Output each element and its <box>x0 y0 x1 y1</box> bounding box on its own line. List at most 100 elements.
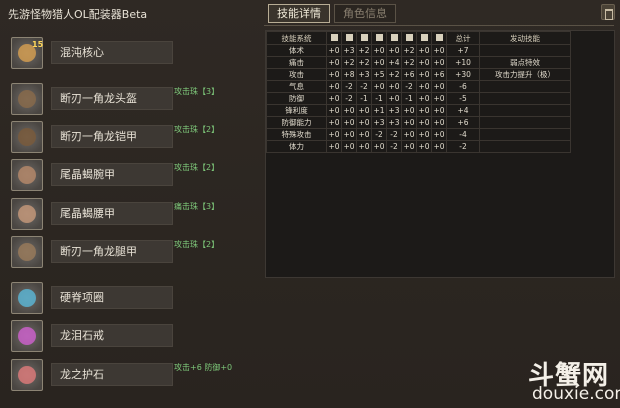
equipment-slot-ring[interactable]: 龙泪石戒 <box>6 319 260 353</box>
skill-value: -2 <box>341 80 357 93</box>
equipment-slot-head[interactable]: 断刃一角龙头盔 攻击珠【3】 <box>6 82 260 116</box>
skill-value: -1 <box>371 92 387 105</box>
skill-table: 技能系统 总计 发动技能 体术 +0 +3 +2 +0 +0 +2 +0 +0 +7 痛击 +0 +2 +… <box>266 31 571 153</box>
table-row: 气息 +0 -2 -2 +0 +0 -2 +0 +0 -6 <box>266 80 571 93</box>
equipment-slot-waist[interactable]: 尾晶蝎腰甲 痛击珠【3】 <box>6 197 260 231</box>
watermark: 斗蟹网 douxie.com <box>528 355 620 405</box>
skill-value: +0 <box>431 128 447 141</box>
column-header: 发动技能 <box>479 31 571 45</box>
activated-skill <box>479 44 571 57</box>
skill-value: +2 <box>341 56 357 69</box>
skill-value: +0 <box>431 116 447 129</box>
skill-value: +0 <box>371 44 387 57</box>
column-header-necklace-icon <box>416 31 432 45</box>
skill-value: +0 <box>341 116 357 129</box>
equipment-slot-arms[interactable]: 尾晶蝎腕甲 攻击珠【2】 <box>6 158 260 192</box>
skill-value: +0 <box>371 56 387 69</box>
decoration-note: 攻击珠【2】 <box>174 125 220 134</box>
skill-name: 防御能力 <box>266 116 327 129</box>
table-header-row: 技能系统 总计 发动技能 <box>266 31 571 45</box>
skill-value: +0 <box>356 104 372 117</box>
tab-character-info[interactable]: 角色信息 <box>334 4 396 23</box>
skill-total: -6 <box>446 80 480 93</box>
activated-skill <box>479 128 571 141</box>
skill-value: +0 <box>416 92 432 105</box>
skill-value: +0 <box>356 128 372 141</box>
skill-total: +10 <box>446 56 480 69</box>
skill-value: +3 <box>341 44 357 57</box>
activated-skill <box>479 116 571 129</box>
skill-value: +0 <box>416 128 432 141</box>
skill-value: -1 <box>401 92 417 105</box>
table-row: 体力 +0 +0 +0 +0 -2 +0 +0 +0 -2 <box>266 140 571 153</box>
activated-skill <box>479 92 571 105</box>
skill-value: +0 <box>416 56 432 69</box>
equipment-slot-amulet[interactable]: 龙之护石 攻击+6 防御+0 <box>6 358 260 392</box>
skill-total: +4 <box>446 104 480 117</box>
equipment-slot-chest[interactable]: 断刃一角龙铠甲 攻击珠【2】 <box>6 120 260 154</box>
column-header-gauntlet-icon <box>371 31 387 45</box>
skill-value: +6 <box>431 68 447 81</box>
skill-value: +0 <box>431 92 447 105</box>
skill-total: +7 <box>446 44 480 57</box>
table-row: 攻击 +0 +8 +3 +5 +2 +6 +0 +6 +30 攻击力提升（极） <box>266 68 571 81</box>
column-header-weapon-icon <box>326 31 342 45</box>
skill-value: +0 <box>431 44 447 57</box>
table-row: 锋利度 +0 +0 +0 +1 +3 +0 +0 +0 +4 <box>266 104 571 117</box>
skill-total: +30 <box>446 68 480 81</box>
skill-name: 体术 <box>266 44 327 57</box>
tab-skill-details[interactable]: 技能详情 <box>268 4 330 23</box>
skill-value: +6 <box>401 68 417 81</box>
equipment-slot-weapon[interactable]: 15 混沌核心 <box>6 36 260 70</box>
skill-value: +3 <box>386 116 402 129</box>
watermark-url: douxie.com <box>532 384 620 404</box>
skill-value: +3 <box>371 116 387 129</box>
trash-icon[interactable] <box>601 4 615 20</box>
skill-value: +0 <box>431 104 447 117</box>
skill-value: -2 <box>386 140 402 153</box>
skill-name: 锋利度 <box>266 104 327 117</box>
table-row: 防御能力 +0 +0 +0 +3 +3 +0 +0 +0 +6 <box>266 116 571 129</box>
activated-skill <box>479 80 571 93</box>
skill-value: +0 <box>431 80 447 93</box>
skill-value: +0 <box>416 116 432 129</box>
skill-value: +0 <box>326 116 342 129</box>
skill-value: +0 <box>341 104 357 117</box>
equipment-name: 尾晶蝎腕甲 <box>51 163 173 186</box>
skill-value: -2 <box>386 128 402 141</box>
skill-value: +0 <box>416 68 432 81</box>
skill-value: +0 <box>326 92 342 105</box>
skill-value: +2 <box>401 56 417 69</box>
skill-name: 特殊攻击 <box>266 128 327 141</box>
waist-armor-icon <box>11 198 43 230</box>
skill-total: -2 <box>446 140 480 153</box>
weapon-level: 15 <box>32 40 44 49</box>
decoration-note: 攻击珠【3】 <box>174 87 220 96</box>
column-header-helmet-icon <box>341 31 357 45</box>
skill-value: +0 <box>416 140 432 153</box>
skill-value: +0 <box>386 80 402 93</box>
skill-value: -2 <box>356 80 372 93</box>
skill-value: +0 <box>326 140 342 153</box>
activated-skill: 攻击力提升（极） <box>479 68 571 81</box>
skill-value: +0 <box>401 116 417 129</box>
skill-value: +3 <box>356 68 372 81</box>
amulet-icon <box>11 359 43 391</box>
equipment-slot-necklace[interactable]: 硬脊项圈 <box>6 281 260 315</box>
column-header-leg-armor-icon <box>401 31 417 45</box>
skill-name: 气息 <box>266 80 327 93</box>
equipment-slot-legs[interactable]: 断刃一角龙腿甲 攻击珠【2】 <box>6 235 260 269</box>
skill-value: +0 <box>416 104 432 117</box>
equipment-name: 尾晶蝎腰甲 <box>51 202 173 225</box>
skill-value: +0 <box>401 140 417 153</box>
divider <box>264 25 614 26</box>
skill-value: +0 <box>341 128 357 141</box>
skill-value: +0 <box>416 80 432 93</box>
skill-total: +6 <box>446 116 480 129</box>
decoration-note: 痛击珠【3】 <box>174 202 220 211</box>
skill-value: +1 <box>371 104 387 117</box>
skill-value: -2 <box>401 80 417 93</box>
equipment-name: 龙之护石 <box>51 363 173 386</box>
ring-icon <box>11 320 43 352</box>
skill-value: +0 <box>356 140 372 153</box>
